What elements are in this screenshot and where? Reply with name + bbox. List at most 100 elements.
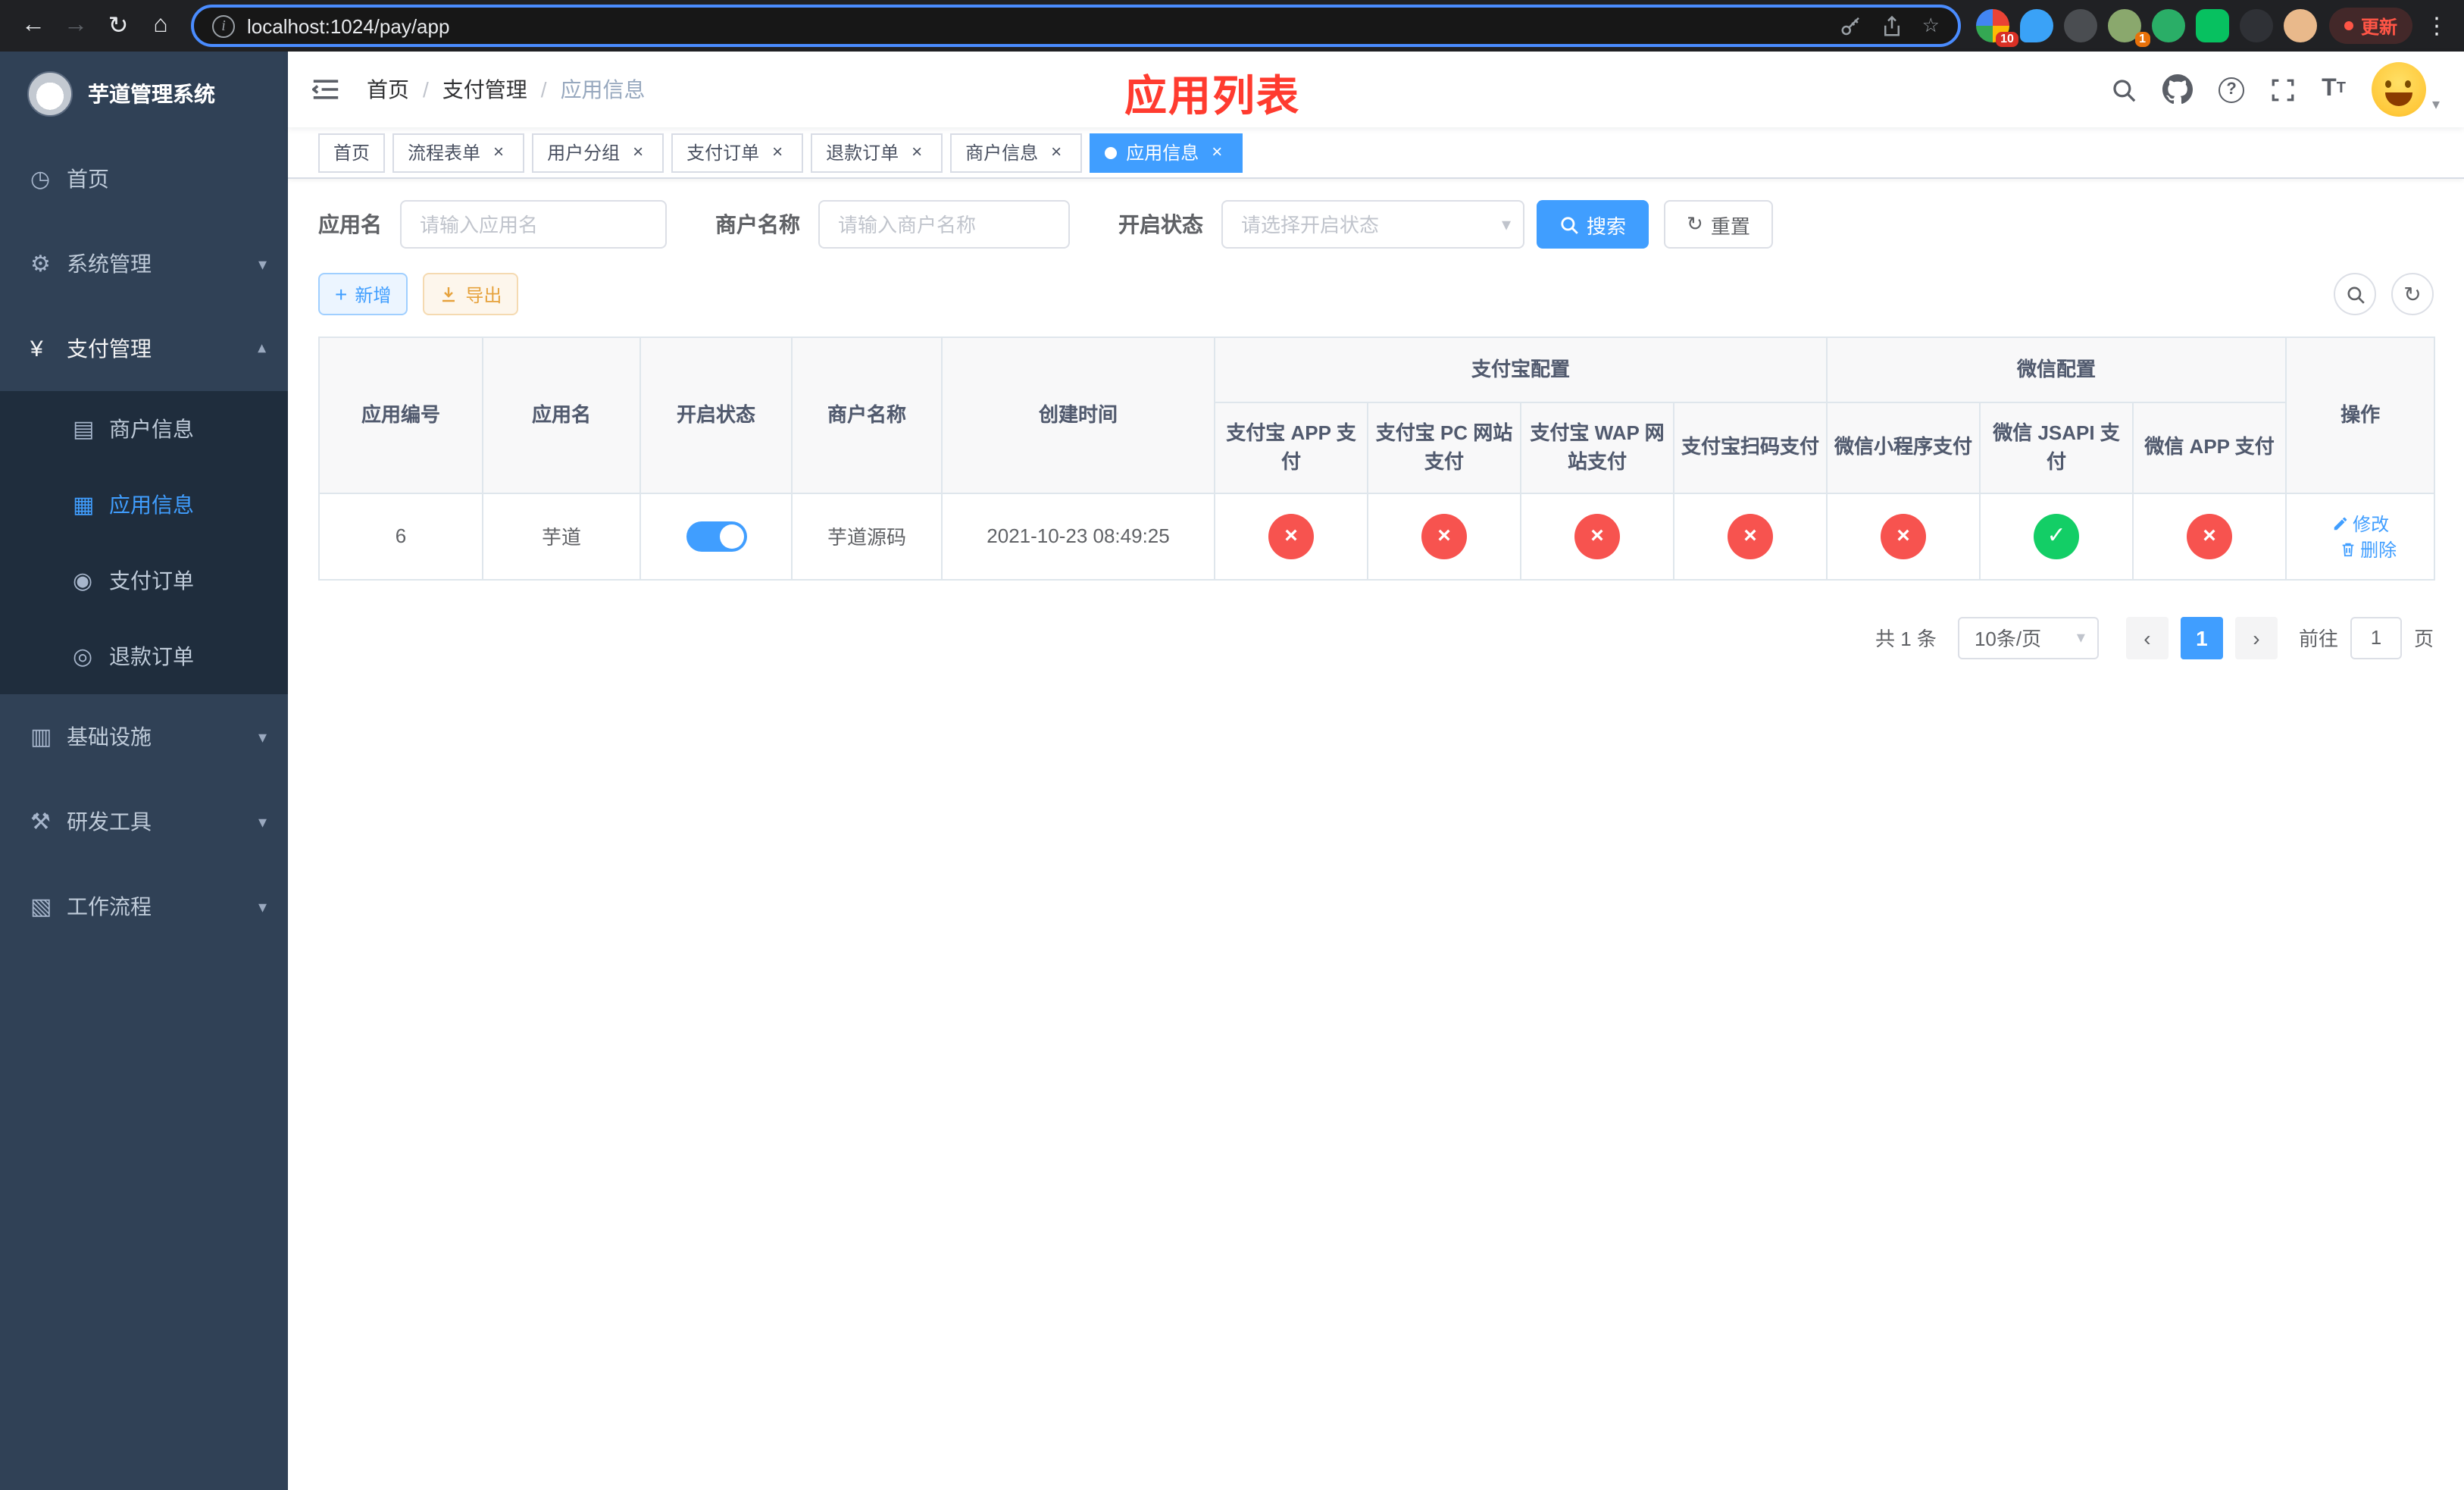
sidebar-item-refund-orders[interactable]: ◎ 退款订单 — [0, 618, 288, 694]
profile-avatar-icon[interactable] — [2283, 9, 2317, 42]
sidebar: 芋道管理系统 ◷ 首页 ⚙ 系统管理 ▾ ¥ 支付管理 ▾ ▤ 商户信息 ▦ 应… — [0, 52, 288, 1490]
page-title-annotation: 应用列表 — [1124, 73, 1301, 120]
close-icon[interactable]: × — [767, 141, 788, 163]
merchant-name-input[interactable] — [818, 200, 1070, 249]
delete-link[interactable]: 删除 — [2339, 536, 2397, 562]
col-group-alipay: 支付宝配置 — [1213, 337, 1828, 402]
page-size-select[interactable]: 10条/页 ▾ — [1957, 616, 2099, 659]
tab-app-info[interactable]: 应用信息 × — [1090, 133, 1243, 172]
chevron-down-icon: ▾ — [2076, 629, 2085, 647]
extension-green-icon[interactable] — [2151, 9, 2185, 42]
sidebar-item-pay-orders[interactable]: ◉ 支付订单 — [0, 543, 288, 618]
app-frame: 芋道管理系统 ◷ 首页 ⚙ 系统管理 ▾ ¥ 支付管理 ▾ ▤ 商户信息 ▦ 应… — [0, 52, 2464, 1490]
tab-merchant-info[interactable]: 商户信息 × — [950, 133, 1083, 172]
extension-avatar-icon[interactable]: 1 — [2107, 9, 2150, 47]
hamburger-icon[interactable] — [312, 74, 342, 105]
goto-page-input[interactable] — [2350, 616, 2402, 659]
col-wechat-jsapi: 微信 JSAPI 支付 — [1979, 401, 2134, 493]
bookmark-star-icon[interactable]: ☆ — [1922, 14, 1940, 38]
status-select[interactable] — [1221, 200, 1524, 249]
app-name-input[interactable] — [400, 200, 667, 249]
sidebar-item-infrastructure[interactable]: ▥ 基础设施 ▾ — [0, 694, 288, 779]
breadcrumb-home[interactable]: 首页 — [367, 74, 442, 105]
toggle-search-button[interactable] — [2334, 273, 2376, 315]
extension-wechat-icon[interactable] — [2195, 9, 2229, 42]
extension-colorful-icon[interactable]: 10 — [1975, 9, 2018, 47]
forward-button[interactable]: → — [55, 5, 97, 47]
status-icon: × — [1421, 513, 1467, 559]
col-merchant: 商户名称 — [791, 337, 943, 493]
tab-user-group[interactable]: 用户分组 × — [532, 133, 664, 172]
dashboard-icon: ◷ — [30, 167, 51, 193]
close-icon[interactable]: × — [627, 141, 649, 163]
share-icon[interactable] — [1881, 14, 1904, 37]
search-icon[interactable] — [2111, 77, 2137, 102]
extension-dark-icon[interactable] — [2063, 9, 2097, 42]
extension-pin-icon[interactable] — [2019, 9, 2053, 42]
font-size-icon[interactable]: TT — [2322, 77, 2346, 102]
refresh-table-button[interactable]: ↻ — [2391, 273, 2434, 315]
close-icon[interactable]: × — [1046, 141, 1067, 163]
app-logo[interactable]: 芋道管理系统 — [0, 52, 288, 136]
col-app-name: 应用名 — [482, 337, 641, 493]
close-icon[interactable]: × — [906, 141, 927, 163]
tab-refund-orders[interactable]: 退款订单 × — [811, 133, 943, 172]
search-button[interactable]: 搜索 — [1537, 200, 1649, 249]
sidebar-item-system[interactable]: ⚙ 系统管理 ▾ — [0, 221, 288, 306]
github-icon[interactable] — [2162, 74, 2194, 105]
chevron-up-icon: ▾ — [258, 339, 267, 357]
close-icon[interactable]: × — [488, 141, 509, 163]
user-menu[interactable]: ▾ — [2371, 62, 2440, 117]
help-icon[interactable]: ? — [2219, 77, 2245, 102]
edit-link[interactable]: 修改 — [2331, 510, 2389, 536]
sidebar-item-workflow[interactable]: ▧ 工作流程 ▾ — [0, 864, 288, 949]
tab-home[interactable]: 首页 — [318, 133, 386, 172]
status-toggle[interactable] — [686, 521, 746, 551]
navbar: 首页 支付管理 应用信息 应用列表 ? TT — [288, 52, 2464, 127]
close-icon[interactable]: × — [1206, 141, 1227, 163]
browser-menu-icon[interactable]: ⋮ — [2422, 12, 2452, 39]
sidebar-item-dev-tools[interactable]: ⚒ 研发工具 ▾ — [0, 779, 288, 864]
prev-page-button[interactable]: ‹ — [2125, 616, 2169, 659]
url-bar[interactable]: i localhost:1024/pay/app ☆ — [191, 5, 1961, 47]
refresh-icon: ↻ — [1687, 212, 1703, 235]
gear-icon: ⚙ — [30, 252, 51, 277]
browser-toolbar: ← → ↻ ⌂ i localhost:1024/pay/app ☆ 10 1 … — [0, 0, 2464, 52]
add-button[interactable]: + 新增 — [318, 273, 408, 315]
status-icon: × — [1574, 513, 1620, 559]
breadcrumb-payment[interactable]: 支付管理 — [442, 74, 561, 105]
tab-process-form[interactable]: 流程表单 × — [392, 133, 525, 172]
plus-icon: + — [335, 282, 348, 306]
cell-ops: 修改 删除 — [2285, 492, 2436, 580]
next-page-button[interactable]: › — [2234, 616, 2278, 659]
sidebar-item-payment[interactable]: ¥ 支付管理 ▾ — [0, 306, 288, 391]
pencil-icon — [2333, 516, 2347, 530]
home-button[interactable]: ⌂ — [139, 5, 182, 47]
extension-puzzle-icon[interactable] — [2239, 9, 2273, 42]
site-info-icon[interactable]: i — [212, 14, 235, 37]
merchant-name-label: 商户名称 — [715, 212, 800, 236]
status-icon: × — [1881, 513, 1927, 559]
sidebar-item-merchant-info[interactable]: ▤ 商户信息 — [0, 391, 288, 467]
export-button[interactable]: 导出 — [423, 273, 519, 315]
workflow-icon: ▧ — [30, 894, 52, 920]
goto-label: 前往 — [2298, 628, 2338, 650]
status-icon: ✓ — [2034, 513, 2080, 559]
tab-pay-orders[interactable]: 支付订单 × — [671, 133, 804, 172]
page-number-button[interactable]: 1 — [2180, 616, 2223, 659]
reset-button[interactable]: ↻ 重置 — [1664, 200, 1773, 249]
col-wechat-mini: 微信小程序支付 — [1826, 401, 1981, 493]
chrome-update-button[interactable]: 更新 — [2328, 8, 2412, 44]
screenshot-root: ← → ↻ ⌂ i localhost:1024/pay/app ☆ 10 1 … — [0, 0, 2464, 1490]
key-icon[interactable] — [1840, 14, 1863, 37]
logo-avatar — [27, 71, 73, 117]
cell-created: 2021-10-23 08:49:25 — [941, 492, 1215, 580]
fullscreen-icon[interactable] — [2270, 77, 2296, 102]
user-avatar[interactable] — [2371, 62, 2426, 117]
sidebar-item-app-info[interactable]: ▦ 应用信息 — [0, 467, 288, 543]
back-button[interactable]: ← — [12, 5, 55, 47]
col-created: 创建时间 — [941, 337, 1215, 493]
sidebar-item-home[interactable]: ◷ 首页 — [0, 136, 288, 221]
url-text[interactable]: localhost:1024/pay/app — [247, 14, 449, 37]
reload-button[interactable]: ↻ — [97, 5, 139, 47]
